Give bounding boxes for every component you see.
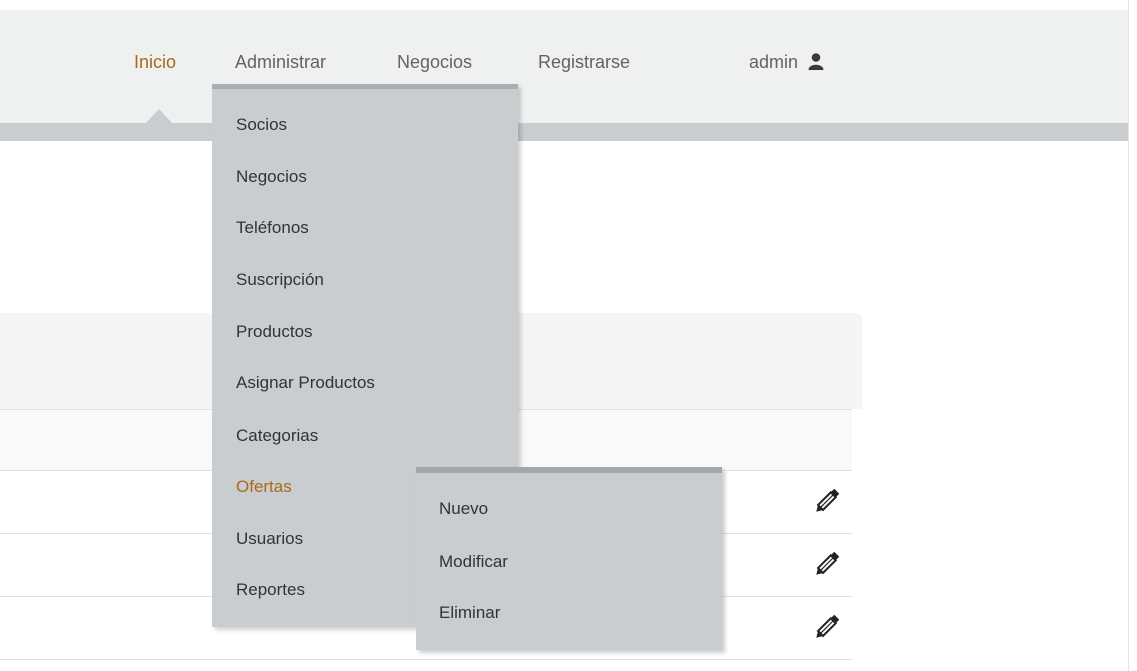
pencil-icon[interactable]: [813, 483, 845, 515]
nav-administrar[interactable]: Administrar: [235, 52, 326, 73]
submenu-item-eliminar[interactable]: Eliminar: [439, 603, 500, 623]
window-edge: [1128, 0, 1137, 671]
navbar-bottom-strip: [0, 123, 1128, 141]
menu-item-categorias[interactable]: Categorias: [236, 426, 318, 446]
menu-item-ofertas[interactable]: Ofertas: [236, 477, 292, 497]
submenu-item-nuevo[interactable]: Nuevo: [439, 499, 488, 519]
user-icon: [807, 52, 825, 75]
nav-inicio[interactable]: Inicio: [134, 52, 176, 73]
divider: [0, 659, 852, 660]
top-navbar: Inicio Administrar Negocios Registrarse …: [0, 10, 1128, 123]
menu-item-reportes[interactable]: Reportes: [236, 580, 305, 600]
menu-item-negocios[interactable]: Negocios: [236, 167, 307, 187]
menu-item-socios[interactable]: Socios: [236, 115, 287, 135]
menu-item-telefonos[interactable]: Teléfonos: [236, 218, 309, 238]
user-name: admin: [749, 52, 799, 72]
pencil-icon[interactable]: [813, 609, 845, 641]
submenu-item-modificar[interactable]: Modificar: [439, 552, 508, 572]
nav-negocios[interactable]: Negocios: [397, 52, 472, 73]
active-nav-indicator: [146, 109, 172, 123]
nav-registrarse[interactable]: Registrarse: [538, 52, 630, 73]
menu-item-productos[interactable]: Productos: [236, 322, 313, 342]
pencil-icon[interactable]: [813, 546, 845, 578]
nav-user-admin[interactable]: admin: [749, 52, 825, 75]
menu-item-usuarios[interactable]: Usuarios: [236, 529, 303, 549]
menu-item-suscripcion[interactable]: Suscripción: [236, 270, 324, 290]
menu-item-asignar-productos[interactable]: Asignar Productos: [236, 373, 375, 393]
